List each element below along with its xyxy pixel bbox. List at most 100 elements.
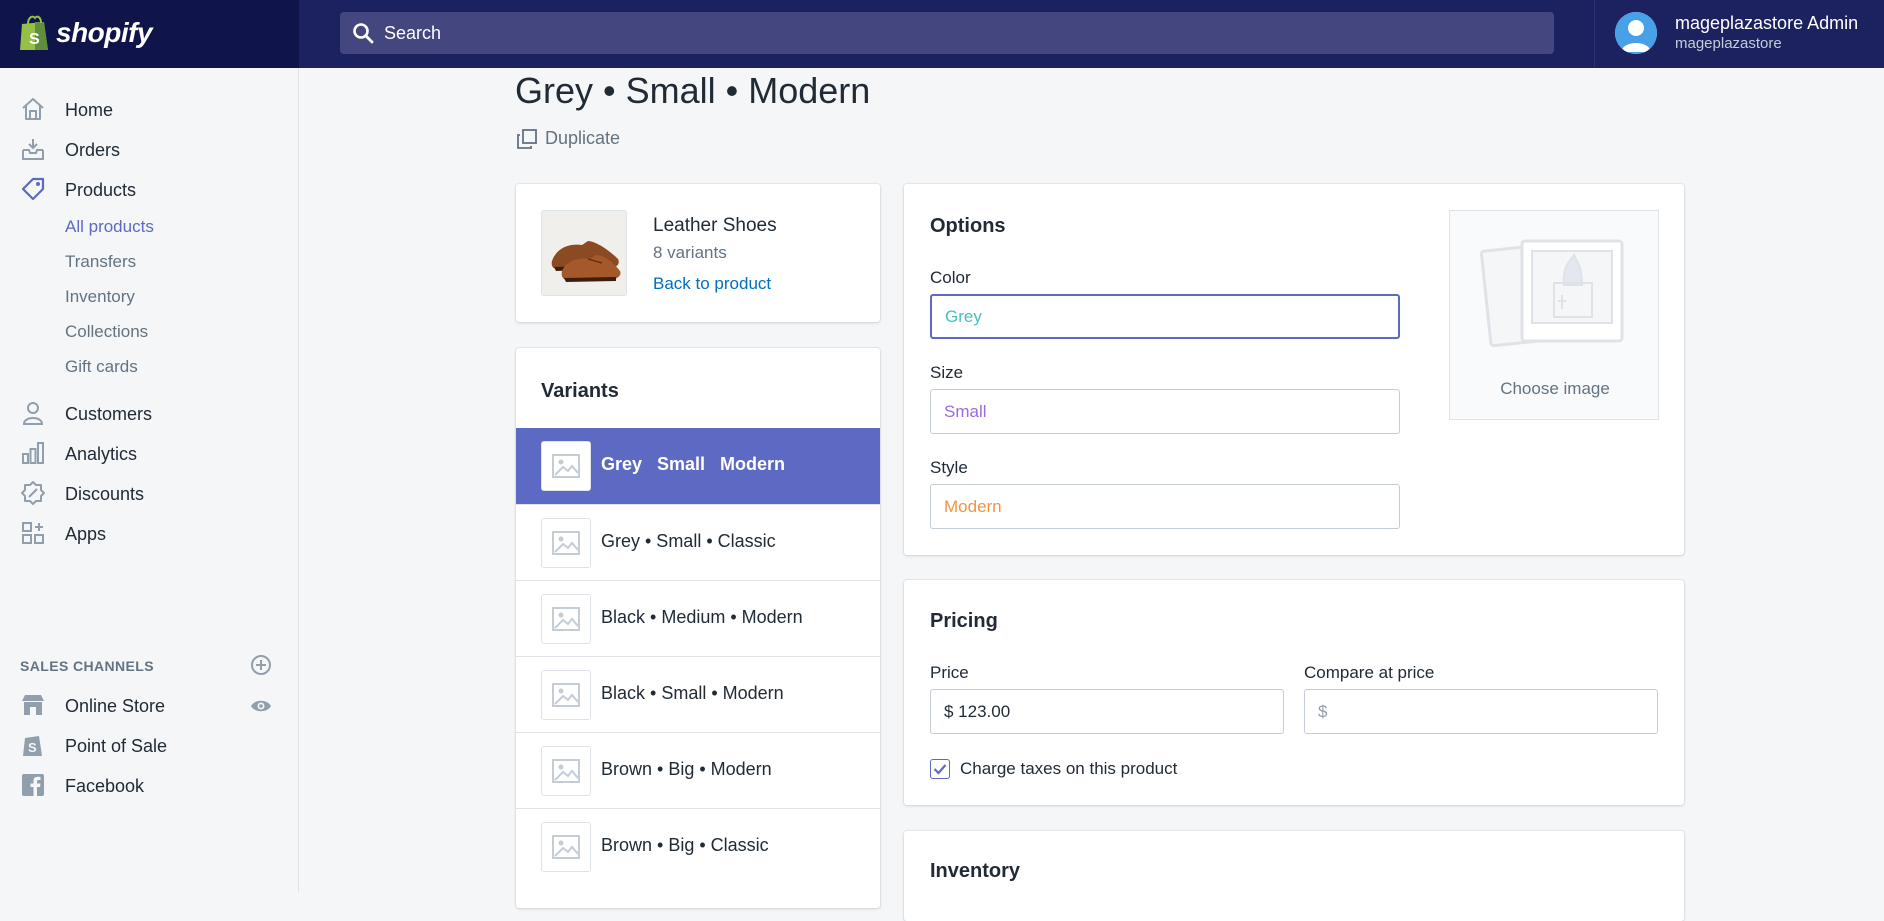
- online-store-icon: [22, 695, 44, 715]
- inventory-card: Inventory: [904, 831, 1684, 921]
- sidebar-item-customers[interactable]: Customers: [0, 395, 299, 433]
- sidebar-item-discounts[interactable]: Discounts: [0, 475, 299, 513]
- search-input[interactable]: Search: [340, 12, 1554, 54]
- duplicate-label: Duplicate: [545, 128, 621, 148]
- compare-at-price-label: Compare at price: [1304, 663, 1435, 682]
- avatar: [1615, 12, 1657, 54]
- image-placeholder-icon: [541, 594, 591, 644]
- svg-text:S: S: [29, 31, 40, 48]
- variant-row[interactable]: Black • Small • Modern: [516, 656, 880, 732]
- variant-row[interactable]: Grey Small Modern: [516, 428, 880, 504]
- inventory-heading: Inventory: [930, 860, 1021, 882]
- orders-icon: [22, 139, 44, 160]
- variant-label: Black • Medium • Modern: [601, 607, 803, 627]
- sidebar-item-apps[interactable]: Apps: [0, 515, 299, 553]
- sidebar-item-orders[interactable]: Orders: [0, 131, 299, 169]
- variant-label: Brown • Big • Modern: [601, 759, 772, 779]
- product-thumbnail: [541, 210, 627, 296]
- facebook-icon: [22, 774, 44, 796]
- top-bar: S shopify Search mageplazastore Admin ma…: [0, 0, 1884, 68]
- variant-row[interactable]: Brown • Big • Classic: [516, 808, 880, 884]
- user-store: mageplazastore: [1675, 35, 1782, 52]
- image-placeholder-icon: [541, 822, 591, 872]
- sidebar-item-point-of-sale[interactable]: S Point of Sale: [0, 727, 299, 765]
- duplicate-icon: [517, 128, 537, 149]
- color-value: Grey: [945, 306, 982, 326]
- options-card: Options Color Grey Size Small Style Mode…: [904, 184, 1684, 555]
- user-name: mageplazastore Admin: [1675, 13, 1859, 33]
- image-placeholder-icon: [541, 746, 591, 796]
- variant-label: Black • Small • Modern: [601, 683, 784, 703]
- variant-row[interactable]: Grey • Small • Classic: [516, 504, 880, 580]
- sidebar-subitem-gift-cards[interactable]: Gift cards: [65, 357, 138, 377]
- image-placeholder-icon: [541, 441, 591, 491]
- checkmark-icon: [933, 764, 947, 775]
- style-value: Modern: [944, 496, 1002, 516]
- style-label: Style: [930, 458, 968, 477]
- price-label: Price: [930, 663, 969, 682]
- charge-taxes-label: Charge taxes on this product: [960, 759, 1178, 778]
- choose-image-button[interactable]: Choose image: [1449, 210, 1659, 420]
- sidebar-item-label: Apps: [65, 523, 107, 544]
- sidebar-item-label: Orders: [65, 139, 121, 160]
- variants-card: Variants Grey Small Modern Grey • Small …: [516, 348, 880, 908]
- image-upload-icon: [1479, 239, 1624, 348]
- duplicate-button[interactable]: Duplicate: [517, 128, 620, 149]
- shoes-image: [542, 211, 626, 295]
- svg-text:S: S: [28, 740, 37, 755]
- pricing-card: Pricing Price $ 123.00 Compare at price …: [904, 580, 1684, 805]
- price-field[interactable]: $ 123.00: [930, 689, 1284, 734]
- sidebar-item-label: Customers: [65, 403, 153, 424]
- variants-heading: Variants: [541, 380, 619, 402]
- choose-image-label: Choose image: [1500, 379, 1610, 398]
- logo-area: S shopify: [0, 0, 299, 68]
- search-placeholder: Search: [384, 22, 442, 43]
- compare-at-price-field[interactable]: $: [1304, 689, 1658, 734]
- user-avatar-icon: [1615, 12, 1657, 54]
- color-field[interactable]: Grey: [930, 294, 1400, 339]
- variant-row[interactable]: Brown • Big • Modern: [516, 732, 880, 808]
- analytics-icon: [22, 442, 44, 464]
- sidebar-subitem-all-products[interactable]: All products: [65, 217, 154, 237]
- sidebar-subitem-collections[interactable]: Collections: [65, 322, 148, 342]
- variant-label: Grey Small Modern: [601, 454, 786, 474]
- sidebar-item-analytics[interactable]: Analytics: [0, 435, 299, 473]
- sidebar-subitem-transfers[interactable]: Transfers: [65, 252, 136, 272]
- back-to-product-link[interactable]: Back to product: [653, 274, 771, 294]
- sidebar-item-products[interactable]: Products: [0, 171, 299, 209]
- shopify-bag-icon: S: [20, 15, 48, 50]
- options-heading: Options: [930, 215, 1006, 237]
- image-placeholder-icon: [541, 518, 591, 568]
- sales-channels-heading: SALES CHANNELS: [20, 658, 154, 674]
- compare-at-price-placeholder: $: [1318, 701, 1328, 721]
- sidebar-item-label: Facebook: [65, 775, 145, 796]
- size-value: Small: [944, 401, 987, 421]
- shopify-logo[interactable]: S shopify: [18, 14, 153, 52]
- price-value: $ 123.00: [944, 701, 1011, 721]
- charge-taxes-checkbox[interactable]: [930, 759, 950, 779]
- sidebar-item-label: Analytics: [65, 443, 138, 464]
- style-field[interactable]: Modern: [930, 484, 1400, 529]
- sidebar-item-label: Products: [65, 179, 137, 200]
- sidebar-item-facebook[interactable]: Facebook: [0, 767, 299, 805]
- product-variant-count: 8 variants: [653, 243, 727, 262]
- variant-label: Grey • Small • Classic: [601, 531, 776, 551]
- sidebar-item-label: Online Store: [65, 695, 166, 716]
- sidebar-item-label: Home: [65, 99, 114, 120]
- eye-icon[interactable]: [250, 698, 272, 714]
- discounts-icon: [21, 481, 45, 505]
- color-label: Color: [930, 268, 971, 287]
- sidebar-item-home[interactable]: Home: [0, 91, 299, 129]
- sidebar-subitem-inventory[interactable]: Inventory: [65, 287, 135, 307]
- user-menu[interactable]: mageplazastore Admin mageplazastore: [1594, 0, 1884, 68]
- product-summary-card: Leather Shoes 8 variants Back to product: [516, 184, 880, 322]
- add-channel-icon[interactable]: [250, 654, 272, 676]
- products-icon: [21, 177, 45, 201]
- brand-name: shopify: [56, 17, 153, 48]
- size-field[interactable]: Small: [930, 389, 1400, 434]
- variant-label: Brown • Big • Classic: [601, 835, 769, 855]
- variant-row[interactable]: Black • Medium • Modern: [516, 580, 880, 656]
- product-name: Leather Shoes: [653, 215, 777, 236]
- size-label: Size: [930, 363, 964, 382]
- sidebar: Home Orders Products All products Transf…: [0, 68, 299, 892]
